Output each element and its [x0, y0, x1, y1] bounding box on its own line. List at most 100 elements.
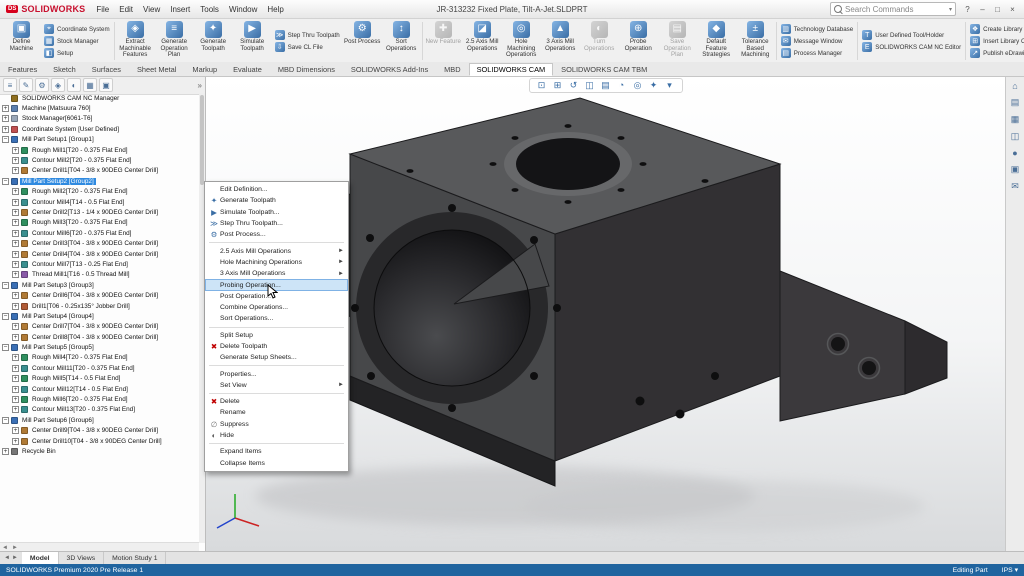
view-settings-icon[interactable]: ▾: [664, 80, 676, 91]
previous-view-icon[interactable]: ↺: [568, 80, 580, 91]
context-menu-sort-operations[interactable]: Sort Operations...: [205, 313, 348, 324]
context-menu-hide[interactable]: ◐Hide: [205, 430, 348, 441]
context-menu-expand-items[interactable]: Expand Items: [205, 446, 348, 457]
tree-row-contour-mill2[interactable]: +Contour Mill2[T20 - 0.375 Flat End]: [0, 155, 199, 165]
tree-expander-icon[interactable]: +: [12, 167, 19, 174]
menu-file[interactable]: File: [91, 5, 114, 14]
menu-edit[interactable]: Edit: [114, 5, 138, 14]
menu-window[interactable]: Window: [224, 5, 262, 14]
tree-row-mill-part-setup5[interactable]: −Mill Part Setup5 [Group5]: [0, 342, 199, 352]
tree-expander-icon[interactable]: +: [12, 396, 19, 403]
tree-row-recycle-bin[interactable]: +Recycle Bin: [0, 446, 199, 456]
tree-row-rough-mill5[interactable]: +Rough Mill5[T14 - 0.5 Flat End]: [0, 374, 199, 384]
tree-expander-icon[interactable]: +: [12, 354, 19, 361]
tree-row-center-drill4[interactable]: +Center Drill4[T04 - 3/8 x 90DEG Center …: [0, 249, 199, 259]
tree-row-mill-part-setup2[interactable]: −Mill Part Setup2 [Group2]: [0, 176, 199, 186]
context-menu-suppress[interactable]: ∅Suppress: [205, 419, 348, 430]
ribbon-2-5-axis-mill-operations[interactable]: ◪2.5 Axis Mill Operations: [463, 19, 502, 63]
context-menu-combine-operations[interactable]: Combine Operations...: [205, 302, 348, 313]
tree-row-coordinate-system[interactable]: +Coordinate System [User Defined]: [0, 124, 199, 134]
tree-row-center-drill6[interactable]: +Center Drill6[T04 - 3/8 x 90DEG Center …: [0, 290, 199, 300]
edit-appearance-icon[interactable]: ✦: [648, 80, 660, 91]
tab-scroll-left-icon[interactable]: ◄: [4, 555, 10, 561]
tree-expander-icon[interactable]: +: [2, 126, 9, 133]
section-view-icon[interactable]: ◫: [584, 80, 596, 91]
ribbon-sort-operations[interactable]: ↕Sort Operations: [382, 19, 421, 63]
tab-sheet-metal[interactable]: Sheet Metal: [129, 63, 184, 76]
tree-expander-icon[interactable]: −: [2, 136, 9, 143]
ribbon-new-feature[interactable]: ✚New Feature: [424, 19, 463, 63]
tree-expander-icon[interactable]: +: [2, 115, 9, 122]
search-dropdown-icon[interactable]: ▾: [949, 6, 952, 13]
tree-row-contour-mill12[interactable]: +Contour Mill12[T14 - 0.5 Flat End]: [0, 384, 199, 394]
tab-markup[interactable]: Markup: [184, 63, 225, 76]
ribbon-stock-manager[interactable]: ▦Stock Manager: [44, 36, 110, 46]
ribbon-publish-edrawings[interactable]: ↗Publish eDrawings: [970, 48, 1024, 58]
tab-surfaces[interactable]: Surfaces: [84, 63, 129, 76]
zoom-area-icon[interactable]: ⊞: [552, 80, 564, 91]
ribbon-turn-operations[interactable]: ◐Turn Operations: [580, 19, 619, 63]
tree-row-contour-mill4[interactable]: +Contour Mill4[T14 - 0.5 Flat End]: [0, 197, 199, 207]
view-palette-icon[interactable]: ◫: [1011, 131, 1020, 142]
ribbon-insert-library-object[interactable]: ⊞Insert Library Object: [970, 36, 1024, 46]
tree-expander-icon[interactable]: +: [12, 406, 19, 413]
appearances-icon[interactable]: ●: [1012, 148, 1017, 158]
context-menu-generate-toolpath[interactable]: ✦Generate Toolpath: [205, 195, 348, 206]
ribbon-step-thru-toolpath[interactable]: ≫Step Thru Toolpath: [275, 30, 340, 40]
tree-row-contour-mill7[interactable]: +Contour Mill7[T13 - 0.25 Flat End]: [0, 259, 199, 269]
context-menu-post-operation[interactable]: Post Operation...: [205, 291, 348, 302]
ribbon-extract-machinable-features[interactable]: ◈Extract Machinable Features: [116, 19, 155, 63]
tree-row-center-drill1[interactable]: +Center Drill1[T04 - 3/8 x 90DEG Center …: [0, 166, 199, 176]
design-library-icon[interactable]: ▤: [1011, 97, 1020, 108]
tab-solidworks-cam-tbm[interactable]: SOLIDWORKS CAM TBM: [553, 63, 655, 76]
tree-expander-icon[interactable]: +: [12, 375, 19, 382]
ribbon-default-feature-strategies[interactable]: ◆Default Feature Strategies: [697, 19, 736, 63]
context-menu-properties[interactable]: Properties...: [205, 368, 348, 379]
tree-expander-icon[interactable]: +: [12, 230, 19, 237]
forum-icon[interactable]: ✉: [1011, 181, 1019, 192]
tree-expander-icon[interactable]: +: [2, 448, 9, 455]
tree-row-machine[interactable]: +Machine [Matsuura 760]: [0, 103, 199, 113]
tree-row-rough-mill1[interactable]: +Rough Mill1[T20 - 0.375 Flat End]: [0, 145, 199, 155]
tree-row-thread-mill1[interactable]: +Thread Mill1[T16 - 0.5 Thread Mill]: [0, 270, 199, 280]
tab-solidworks-cam[interactable]: SOLIDWORKS CAM: [469, 63, 554, 76]
ribbon-save-operation-plan[interactable]: ▤Save Operation Plan: [658, 19, 697, 63]
tree-row-center-drill2[interactable]: +Center Drill2[T13 - 1/4 x 90DEG Center …: [0, 207, 199, 217]
tree-expander-icon[interactable]: +: [12, 334, 19, 341]
tree-row-mill-part-setup3[interactable]: −Mill Part Setup3 [Group3]: [0, 280, 199, 290]
context-menu-delete-toolpath[interactable]: ✖Delete Toolpath: [205, 341, 348, 352]
displaymanager-tab[interactable]: ◐: [67, 78, 81, 92]
close-button[interactable]: ×: [1005, 5, 1020, 14]
tree-expander-icon[interactable]: +: [2, 105, 9, 112]
tree-expander-icon[interactable]: −: [2, 178, 9, 185]
ribbon-technology-database[interactable]: ▥Technology Database: [781, 24, 854, 34]
ribbon-process-manager[interactable]: ▤Process Manager: [781, 48, 854, 58]
tree-expander-icon[interactable]: +: [12, 303, 19, 310]
ribbon-3-axis-mill-operations[interactable]: ▲3 Axis Mill Operations: [541, 19, 580, 63]
tree-row-center-drill10[interactable]: +Center Drill10[T04 - 3/8 x 90DEG Center…: [0, 436, 199, 446]
ribbon-simulate-toolpath[interactable]: ▶Simulate Toolpath: [233, 19, 272, 63]
menu-tools[interactable]: Tools: [195, 5, 224, 14]
tree-expander-icon[interactable]: −: [2, 282, 9, 289]
context-menu-probing-operation[interactable]: Probing Operation...: [205, 279, 348, 290]
tree-expander-icon[interactable]: +: [12, 157, 19, 164]
context-menu-simulate-toolpath[interactable]: ▶Simulate Toolpath...: [205, 207, 348, 218]
ribbon-probe-operation[interactable]: ⊕Probe Operation: [619, 19, 658, 63]
tree-expander-icon[interactable]: +: [12, 219, 19, 226]
context-menu-split-setup[interactable]: Split Setup: [205, 330, 348, 341]
tree-expander-icon[interactable]: +: [12, 147, 19, 154]
tree-row-rough-mill4[interactable]: +Rough Mill4[T20 - 0.375 Flat End]: [0, 353, 199, 363]
featuremanager-tab[interactable]: ≡: [3, 78, 17, 92]
tree-expander-icon[interactable]: +: [12, 365, 19, 372]
menu-view[interactable]: View: [138, 5, 165, 14]
tree-expander-icon[interactable]: −: [2, 313, 9, 320]
tree-row-mill-part-setup1[interactable]: −Mill Part Setup1 [Group1]: [0, 135, 199, 145]
tree-row-center-drill7[interactable]: +Center Drill7[T04 - 3/8 x 90DEG Center …: [0, 322, 199, 332]
tab-scroll-right-icon[interactable]: ►: [12, 555, 18, 561]
context-menu-set-view[interactable]: Set View►: [205, 380, 348, 391]
cam-feature-tree-tab[interactable]: ▦: [83, 78, 97, 92]
tree-expander-icon[interactable]: +: [12, 240, 19, 247]
tree-row-mill-part-setup4[interactable]: −Mill Part Setup4 [Group4]: [0, 311, 199, 321]
tree-row-rough-mill6[interactable]: +Rough Mill6[T20 - 0.375 Flat End]: [0, 394, 199, 404]
tab-mbd-dimensions[interactable]: MBD Dimensions: [270, 63, 343, 76]
